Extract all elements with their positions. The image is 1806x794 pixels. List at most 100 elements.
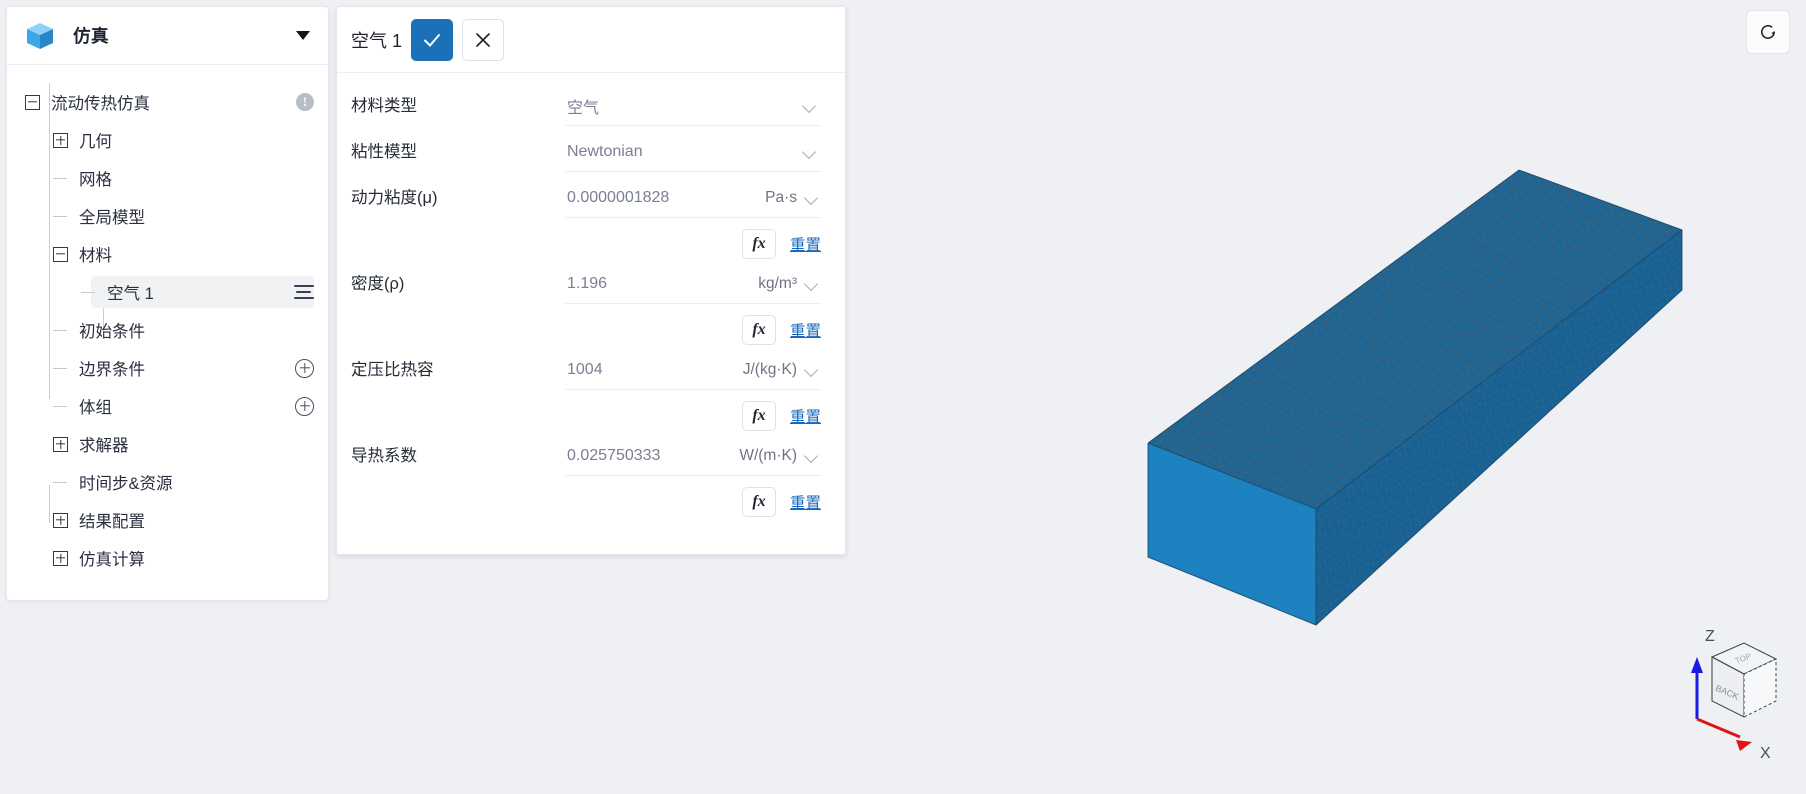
property-row-5: 导热系数 0.025750333 W/(m·K) xyxy=(337,433,845,479)
property-unit-select[interactable]: W/(m·K) xyxy=(727,436,821,476)
property-actions-5: fx 重置 xyxy=(337,479,845,519)
tree-item-0[interactable]: 流动传热仿真! xyxy=(7,83,328,121)
tree-leaf-icon xyxy=(53,361,68,376)
chevron-down-icon[interactable] xyxy=(805,449,819,463)
property-select-value: Newtonian xyxy=(567,142,643,160)
property-label: 定压比热容 xyxy=(351,361,434,379)
reset-property-link[interactable]: 重置 xyxy=(790,405,821,427)
tree-item-1[interactable]: 几何 xyxy=(7,121,328,159)
tree-item-8[interactable]: 体组 xyxy=(7,387,328,425)
property-row-4: 定压比热容 1004 J/(kg·K) xyxy=(337,347,845,393)
properties-title: 空气 1 xyxy=(351,30,403,51)
tree-item-label: 边界条件 xyxy=(79,361,145,379)
property-actions-3: fx 重置 xyxy=(337,307,845,347)
sidebar-header: 仿真 xyxy=(7,7,328,65)
tree-item-label: 时间步&资源 xyxy=(79,475,173,493)
chevron-down-icon[interactable] xyxy=(805,191,819,205)
tree-leaf-icon xyxy=(53,475,68,490)
tree-item-label: 空气 1 xyxy=(107,285,154,303)
tree-item-3[interactable]: 全局模型 xyxy=(7,197,328,235)
chevron-down-icon[interactable] xyxy=(803,99,817,113)
material-properties-panel: 空气 1 材料类型 空气粘性模型 Newtonian 动力粘度(μ) 0.0000001… xyxy=(336,6,846,555)
property-select[interactable]: Newtonian xyxy=(565,132,821,172)
property-unit-label: kg/m³ xyxy=(758,274,797,292)
tree-item-label: 材料 xyxy=(79,247,112,265)
confirm-button[interactable] xyxy=(411,18,454,61)
plus-box-icon[interactable] xyxy=(53,550,68,566)
property-value-input[interactable]: 1004 xyxy=(565,350,731,390)
minus-box-icon[interactable] xyxy=(25,94,40,110)
property-row-1: 粘性模型 Newtonian xyxy=(337,129,845,175)
property-select[interactable]: 空气 xyxy=(565,86,821,126)
property-actions-2: fx 重置 xyxy=(337,221,845,261)
caret-down-icon[interactable] xyxy=(296,31,310,40)
blue-cube-icon xyxy=(27,22,53,49)
tree-item-2[interactable]: 网格 xyxy=(7,159,328,197)
status-badge[interactable]: ! xyxy=(296,93,314,111)
navigation-cube[interactable]: TOP BACK Z X xyxy=(1666,613,1796,788)
check-icon xyxy=(424,33,441,46)
plus-circle-icon[interactable] xyxy=(295,396,314,416)
formula-button[interactable]: fx xyxy=(741,229,776,259)
tree-item-9[interactable]: 求解器 xyxy=(7,425,328,463)
property-unit-select[interactable]: J/(kg·K) xyxy=(730,350,821,390)
reset-property-link[interactable]: 重置 xyxy=(790,491,821,513)
tree-item-5[interactable]: 空气 1 xyxy=(7,273,328,311)
reset-view-button[interactable] xyxy=(1746,10,1790,54)
property-row-0: 材料类型 空气 xyxy=(337,83,845,129)
properties-form: 材料类型 空气粘性模型 Newtonian 动力粘度(μ) 0.0000001828 Pa… xyxy=(337,73,845,554)
tree-item-10[interactable]: 时间步&资源 xyxy=(7,463,328,501)
tree-leaf-icon xyxy=(81,285,96,300)
tree-item-6[interactable]: 初始条件 xyxy=(7,311,328,349)
tree-item-4[interactable]: 材料 xyxy=(7,235,328,273)
property-row-3: 密度(ρ) 1.196 kg/m³ xyxy=(337,261,845,307)
axis-z-label: Z xyxy=(1705,628,1715,645)
property-unit-label: Pa·s xyxy=(765,188,797,206)
chevron-down-icon[interactable] xyxy=(805,363,819,377)
axis-z-arrow xyxy=(1691,657,1703,673)
chevron-down-icon[interactable] xyxy=(803,145,817,159)
reset-property-link[interactable]: 重置 xyxy=(790,319,821,341)
property-field: 0.025750333 W/(m·K) xyxy=(565,433,821,479)
property-field: 1.196 kg/m³ xyxy=(565,261,821,307)
property-label: 材料类型 xyxy=(351,97,417,115)
property-field: 1004 J/(kg·K) xyxy=(565,347,821,393)
tree-item-label: 全局模型 xyxy=(79,209,145,227)
property-select-value: 空气 xyxy=(567,99,600,117)
axis-x-arrow xyxy=(1736,740,1752,751)
tree-item-7[interactable]: 边界条件 xyxy=(7,349,328,387)
formula-button[interactable]: fx xyxy=(741,401,776,431)
property-value-input[interactable]: 0.025750333 xyxy=(565,436,728,476)
property-label: 密度(ρ) xyxy=(351,275,405,293)
plus-circle-icon[interactable] xyxy=(295,358,314,378)
application-root: TOP BACK Z X 仿真 流动传热仿真 ! 几何 网格 全局模型 材料 空… xyxy=(0,0,1806,794)
minus-box-icon[interactable] xyxy=(53,246,68,262)
property-unit-label: J/(kg·K) xyxy=(742,360,797,378)
formula-button[interactable]: fx xyxy=(741,315,776,345)
cancel-button[interactable] xyxy=(462,18,505,61)
tree-item-11[interactable]: 结果配置 xyxy=(7,501,328,539)
formula-button[interactable]: fx xyxy=(741,487,776,517)
property-value-input[interactable]: 1.196 xyxy=(565,264,743,304)
plus-box-icon[interactable] xyxy=(53,132,68,148)
tree-leaf-icon xyxy=(53,209,68,224)
tree-item-label: 仿真计算 xyxy=(79,551,145,569)
property-row-2: 动力粘度(μ) 0.0000001828 Pa·s xyxy=(337,175,845,221)
property-label: 动力粘度(μ) xyxy=(351,189,438,207)
property-unit-select[interactable]: kg/m³ xyxy=(743,264,821,304)
reset-property-link[interactable]: 重置 xyxy=(790,233,821,255)
property-actions-4: fx 重置 xyxy=(337,393,845,433)
plus-box-icon[interactable] xyxy=(53,512,68,528)
property-label: 导热系数 xyxy=(351,447,417,465)
tree-item-label: 流动传热仿真 xyxy=(51,95,150,113)
property-unit-select[interactable]: Pa·s xyxy=(743,178,821,218)
property-field: 0.0000001828 Pa·s xyxy=(565,175,821,221)
axis-x-label: X xyxy=(1760,745,1771,762)
tree-item-label: 网格 xyxy=(79,171,112,189)
tree-item-12[interactable]: 仿真计算 xyxy=(7,539,328,577)
chevron-down-icon[interactable] xyxy=(805,277,819,291)
tree-item-label: 求解器 xyxy=(79,437,129,455)
list-menu-icon[interactable] xyxy=(294,285,314,299)
property-value-input[interactable]: 0.0000001828 xyxy=(565,178,743,218)
plus-box-icon[interactable] xyxy=(53,436,68,452)
